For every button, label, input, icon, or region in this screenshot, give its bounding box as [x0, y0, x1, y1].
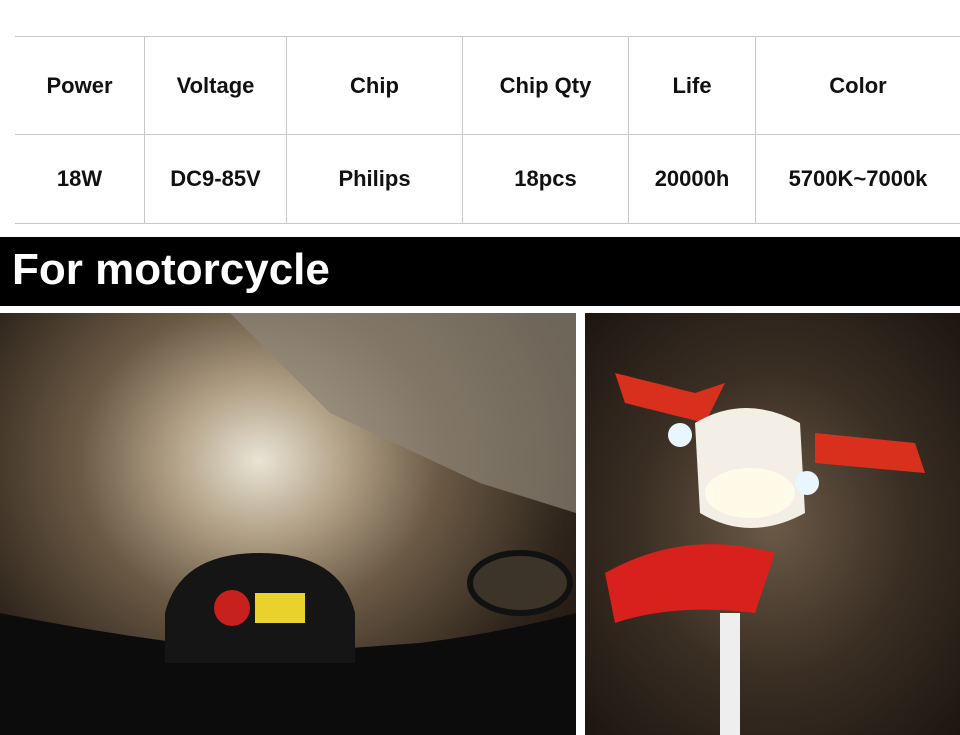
banner-title: For motorcycle: [12, 245, 330, 294]
header-chip-qty: Chip Qty: [462, 36, 629, 135]
dirt-bike-photo: [585, 313, 960, 735]
header-power: Power: [15, 36, 145, 135]
motorcycle-dashboard-photo: [0, 313, 576, 735]
led-light-right: [795, 471, 819, 495]
value-voltage: DC9-85V: [144, 134, 287, 224]
lcd-display: [255, 593, 305, 623]
header-color: Color: [755, 36, 960, 135]
spec-header-row: Power Voltage Chip Chip Qty Life Color: [15, 36, 960, 135]
header-life: Life: [628, 36, 756, 135]
value-life: 20000h: [628, 134, 756, 224]
wall: [230, 313, 576, 513]
headlight: [705, 468, 795, 518]
section-banner: For motorcycle: [0, 237, 960, 306]
speedometer: [214, 590, 250, 626]
right-handguard: [815, 433, 925, 473]
fork: [720, 613, 740, 735]
front-fender: [605, 544, 775, 623]
value-chip-qty: 18pcs: [462, 134, 629, 224]
left-handguard: [615, 373, 725, 423]
header-voltage: Voltage: [144, 36, 287, 135]
spec-value-row: 18W DC9-85V Philips 18pcs 20000h 5700K~7…: [15, 134, 960, 224]
value-chip: Philips: [286, 134, 463, 224]
dashboard-illustration: [0, 313, 576, 735]
value-power: 18W: [15, 134, 145, 224]
header-chip: Chip: [286, 36, 463, 135]
mirror: [467, 550, 573, 616]
led-light-left: [668, 423, 692, 447]
dirt-bike-illustration: [605, 373, 925, 735]
spec-table: Power Voltage Chip Chip Qty Life Color 1…: [15, 36, 960, 224]
value-color: 5700K~7000k: [755, 134, 960, 224]
